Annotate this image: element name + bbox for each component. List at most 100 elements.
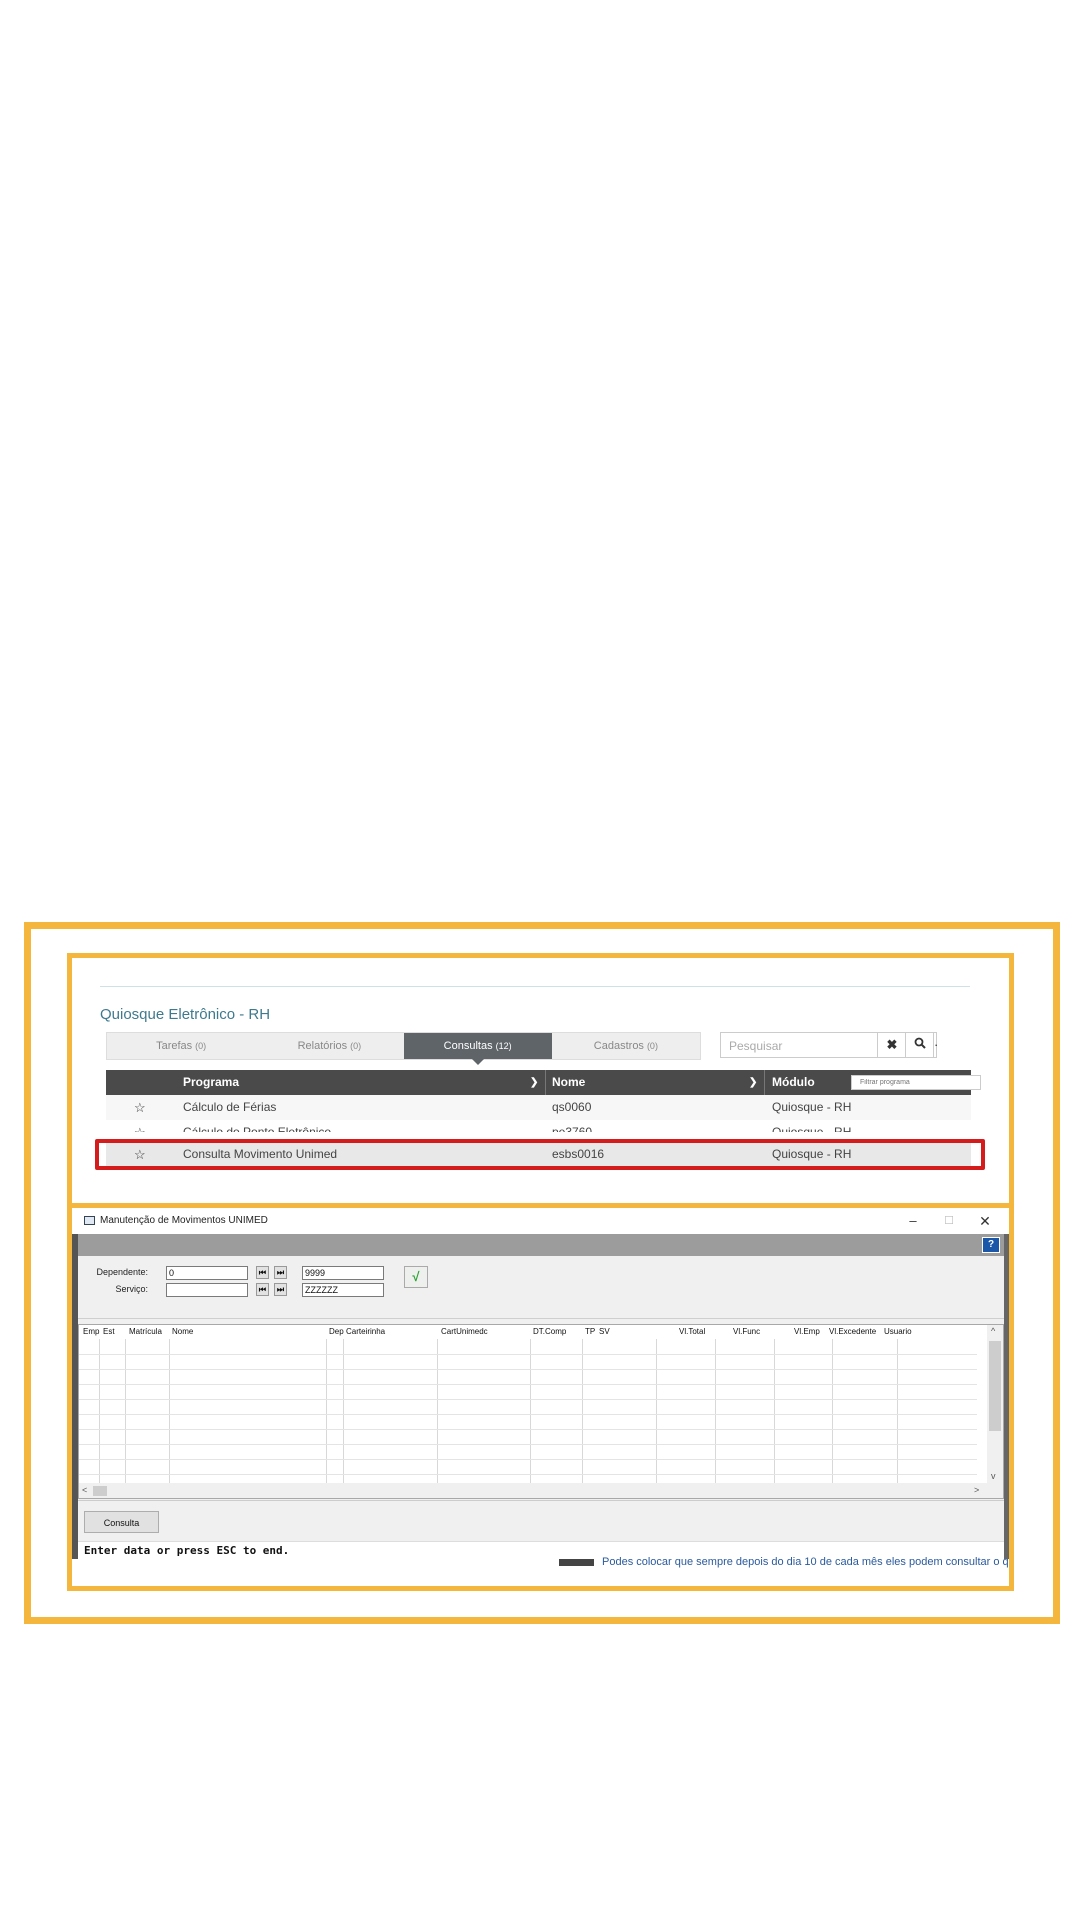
cell-modulo: Quiosque - RH: [772, 1100, 852, 1114]
vertical-scroll-thumb[interactable]: [989, 1341, 1001, 1431]
servico-label: Serviço:: [115, 1284, 148, 1294]
grid-hline: [79, 1429, 977, 1430]
search-input[interactable]: [721, 1033, 881, 1059]
col-est[interactable]: Est: [103, 1325, 115, 1339]
servico-from-input[interactable]: [166, 1283, 248, 1297]
grid-vline: [715, 1339, 716, 1485]
close-icon[interactable]: ✕: [967, 1208, 1003, 1234]
cell-nome: pe3760: [552, 1125, 593, 1132]
tab-consultas[interactable]: Consultas (12): [403, 1033, 552, 1065]
title-bar: Manutenção de Movimentos UNIMED – ☐ ✕: [72, 1208, 1009, 1234]
tab-label: Consultas: [443, 1040, 493, 1052]
col-modulo[interactable]: Módulo: [772, 1070, 815, 1095]
maximize-icon[interactable]: ☐: [931, 1208, 967, 1234]
tab-relatorios[interactable]: Relatórios (0): [255, 1033, 403, 1059]
grid-vline: [99, 1339, 100, 1485]
grid-vline: [582, 1339, 583, 1485]
tab-count: (0): [646, 1041, 658, 1051]
chevron-down-icon[interactable]: ❯: [749, 1070, 757, 1095]
quiosque-panel: Quiosque Eletrônico - RH Tarefas (0) Rela…: [72, 958, 1009, 1208]
consulta-button[interactable]: Consulta: [84, 1511, 159, 1533]
col-nome[interactable]: Nome: [172, 1325, 193, 1339]
screenshot-composite: Quiosque Eletrônico - RH Tarefas (0) Rela…: [67, 953, 1014, 1591]
tab-label: Cadastros: [593, 1040, 644, 1052]
first-record-icon[interactable]: ⏮: [256, 1283, 269, 1296]
col-tp[interactable]: TP: [585, 1325, 595, 1339]
col-programa[interactable]: Programa: [183, 1070, 239, 1095]
col-cartunimedc[interactable]: CartUnimedc: [441, 1325, 488, 1339]
grid-vline: [169, 1339, 170, 1485]
tab-cadastros[interactable]: Cadastros (0): [552, 1033, 700, 1059]
last-record-icon[interactable]: ⏭: [274, 1283, 287, 1296]
dialog-window: Manutenção de Movimentos UNIMED – ☐ ✕ ? …: [72, 1208, 1009, 1586]
tab-tarefas[interactable]: Tarefas (0): [107, 1033, 255, 1059]
cell-nome: qs0060: [552, 1100, 592, 1114]
help-icon[interactable]: ?: [982, 1237, 1000, 1253]
col-matricula[interactable]: Matrícula: [129, 1325, 162, 1339]
search-icon[interactable]: [905, 1033, 934, 1057]
col-vltotal[interactable]: Vl.Total: [679, 1325, 705, 1339]
col-carteirinha[interactable]: Carteirinha: [346, 1325, 385, 1339]
col-dtcomp[interactable]: DT.Comp: [533, 1325, 566, 1339]
background-text: Podes colocar que sempre depois do dia 1…: [602, 1556, 1009, 1568]
grid-hline: [79, 1369, 977, 1370]
more-icon[interactable]: ·: [933, 1033, 942, 1057]
grid-vline: [437, 1339, 438, 1485]
grid-vline: [530, 1339, 531, 1485]
background-window-edge: [1004, 1234, 1009, 1559]
col-usuario[interactable]: Usuario: [884, 1325, 912, 1339]
minimize-icon[interactable]: –: [895, 1208, 931, 1234]
col-emp[interactable]: Emp: [83, 1325, 99, 1339]
star-icon[interactable]: ☆: [134, 1095, 146, 1120]
grid-vline: [326, 1339, 327, 1485]
scroll-right-icon[interactable]: >: [974, 1485, 979, 1495]
filter-panel: Dependente: 0 ⏮ ⏭ 9999 Serviço: ⏮ ⏭ ZZZZ…: [78, 1256, 1004, 1319]
servico-to-input[interactable]: ZZZZZZ: [302, 1283, 384, 1297]
scroll-up-icon[interactable]: ^: [991, 1326, 995, 1336]
last-record-icon[interactable]: ⏭: [274, 1266, 287, 1279]
top-divider: [100, 986, 970, 987]
table-row[interactable]: ☆ Cálculo do Ponto Eletrônico pe3760 Qui…: [106, 1120, 971, 1132]
scroll-down-icon[interactable]: v: [991, 1471, 996, 1481]
grid-hline: [79, 1354, 977, 1355]
col-vlemp[interactable]: Vl.Emp: [794, 1325, 820, 1339]
table-row[interactable]: ☆ Cálculo de Férias qs0060 Quiosque - RH: [106, 1095, 971, 1120]
dependente-from-input[interactable]: 0: [166, 1266, 248, 1280]
grid-hline: [79, 1459, 977, 1460]
results-grid: Emp Est Matrícula Nome Dep Carteirinha C…: [78, 1324, 1004, 1499]
grid-vline: [656, 1339, 657, 1485]
grid-vline: [125, 1339, 126, 1485]
search-box: ✖ ·: [720, 1032, 938, 1059]
col-sv[interactable]: SV: [599, 1325, 610, 1339]
grid-vline: [343, 1339, 344, 1485]
dependente-to-input[interactable]: 9999: [302, 1266, 384, 1280]
cell-programa: Cálculo do Ponto Eletrônico: [183, 1125, 332, 1132]
confirm-button[interactable]: √: [404, 1266, 428, 1288]
dependente-label: Dependente:: [96, 1267, 148, 1277]
scroll-left-icon[interactable]: <: [82, 1485, 87, 1495]
tab-bar: Tarefas (0) Relatórios (0) Consultas (12) C…: [106, 1032, 701, 1065]
chevron-down-icon[interactable]: ❯: [530, 1070, 538, 1095]
col-dep[interactable]: Dep: [329, 1325, 344, 1339]
tab-count: (0): [195, 1041, 207, 1051]
horizontal-scrollbar[interactable]: [79, 1483, 1003, 1498]
cell-programa: Cálculo de Férias: [183, 1100, 277, 1114]
column-separator: [764, 1070, 765, 1095]
clear-icon[interactable]: ✖: [877, 1033, 906, 1057]
grid-vline: [774, 1339, 775, 1485]
col-nome[interactable]: Nome: [552, 1070, 585, 1095]
col-vlexcedente[interactable]: Vl.Excedente: [829, 1325, 876, 1339]
filter-input[interactable]: [851, 1075, 981, 1090]
dialog-toolbar: ?: [78, 1234, 1004, 1256]
horizontal-scroll-thumb[interactable]: [93, 1486, 107, 1496]
background-window-bar: [559, 1559, 594, 1566]
window-icon: [84, 1216, 95, 1225]
first-record-icon[interactable]: ⏮: [256, 1266, 269, 1279]
tab-count: (12): [495, 1041, 512, 1051]
col-vlfunc[interactable]: Vl.Func: [733, 1325, 760, 1339]
grid-vline: [897, 1339, 898, 1485]
button-panel: Consulta: [78, 1500, 1004, 1541]
cell-modulo: Quiosque - RH: [772, 1125, 852, 1132]
star-icon[interactable]: ☆: [134, 1120, 146, 1132]
page-title: Quiosque Eletrônico - RH: [100, 1006, 271, 1023]
